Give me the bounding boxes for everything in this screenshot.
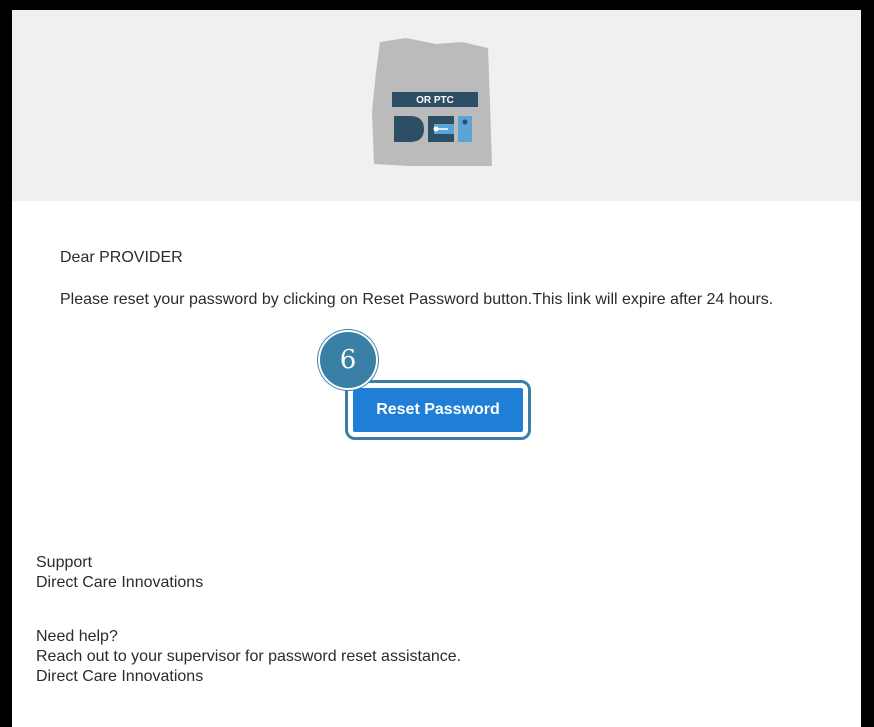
support-title: Support xyxy=(36,554,93,571)
support-signature: Support Direct Care Innovations xyxy=(36,553,203,593)
step-number-badge: 6 xyxy=(318,330,378,390)
email-header: OR PTC xyxy=(12,10,861,201)
email-greeting: Dear PROVIDER xyxy=(60,249,183,266)
help-section: Need help? Reach out to your supervisor … xyxy=(36,627,461,687)
email-message: Please reset your password by clicking o… xyxy=(60,291,774,308)
help-company: Direct Care Innovations xyxy=(36,668,204,685)
logo-badge-text: OR PTC xyxy=(416,95,454,106)
email-body: OR PTC Dear PROVIDER Please reset your p… xyxy=(12,10,861,727)
button-highlight-frame: Reset Password xyxy=(345,380,531,440)
support-company: Direct Care Innovations xyxy=(36,574,204,591)
help-text: Reach out to your supervisor for passwor… xyxy=(36,648,462,665)
or-ptc-dci-logo: OR PTC xyxy=(372,38,492,166)
help-title: Need help? xyxy=(36,628,118,645)
reset-password-button[interactable]: Reset Password xyxy=(353,388,523,432)
